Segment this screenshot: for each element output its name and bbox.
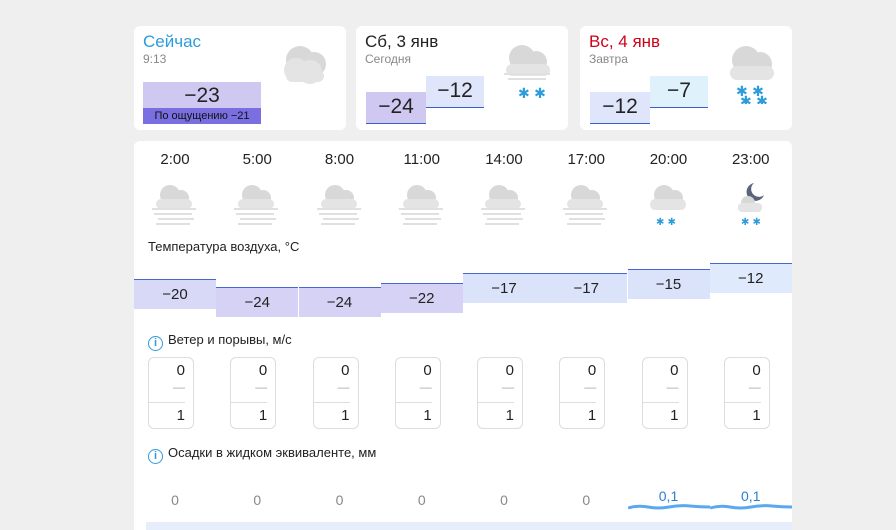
wind-speed: 0 xyxy=(505,362,514,379)
temperature-section-label: Температура воздуха, °C xyxy=(148,239,300,254)
precip-value: 0 xyxy=(582,492,591,508)
hour-label: 20:00 xyxy=(649,151,688,168)
hour-label: 14:00 xyxy=(485,151,523,168)
day-high-temp: −12 xyxy=(426,76,484,108)
wind-gust: 1 xyxy=(724,402,761,424)
precip-wave xyxy=(709,504,792,510)
feels-like-badge: По ощущению −21 xyxy=(143,108,261,124)
wind-cell: 0— 1 xyxy=(312,357,359,429)
precip-value: 0,1 xyxy=(658,488,679,504)
wind-divider: — xyxy=(255,380,268,394)
fog-cloud-icon xyxy=(563,185,608,225)
moon-cloud-snow-icon: ✱ ✱ xyxy=(737,183,764,228)
wind-cell: 0— 1 xyxy=(394,357,441,429)
hour-temperature: −20 xyxy=(134,279,216,309)
wind-speed: 0 xyxy=(258,362,268,379)
hour-label: 8:00 xyxy=(324,151,355,168)
day-card-today[interactable]: Сб, 3 янв Сегодня −24 −12 ✱ ✱ xyxy=(356,26,568,130)
info-icon[interactable]: i xyxy=(148,336,163,351)
cloudy-icon xyxy=(284,46,326,84)
fog-cloud-icon xyxy=(316,185,361,225)
precip-value: 0 xyxy=(335,492,344,508)
svg-text:✱ ✱: ✱ ✱ xyxy=(741,217,761,228)
hour-temperature: −17 xyxy=(463,273,545,303)
day-title: Вс, 4 янв xyxy=(589,32,661,51)
current-weather-card[interactable]: Сейчас 9:13 −23 По ощущению −21 xyxy=(134,26,346,130)
hour-label: 5:00 xyxy=(242,151,272,168)
wind-section-label: i Ветер и порывы, м/с xyxy=(148,332,292,351)
now-time: 9:13 xyxy=(143,52,167,66)
cloud-snow-icon: ✱ ✱ xyxy=(504,45,550,102)
fog-cloud-icon xyxy=(234,185,279,225)
wind-gust: 1 xyxy=(478,402,514,424)
wind-gust: 1 xyxy=(231,402,268,424)
now-title: Сейчас xyxy=(143,32,202,51)
day-subtitle: Завтра xyxy=(589,52,628,66)
hour-label: 2:00 xyxy=(160,151,190,168)
wind-speed: 0 xyxy=(670,362,679,379)
precip-section-label: i Осадки в жидком эквиваленте, мм xyxy=(148,445,376,464)
day-card-tomorrow[interactable]: Вс, 4 янв Завтра −12 −7 ✱ ✱ ✱ ✱ xyxy=(580,26,792,130)
precip-value: 0 xyxy=(171,492,179,508)
svg-text:✱ ✱: ✱ ✱ xyxy=(518,86,546,102)
svg-text:✱ ✱: ✱ ✱ xyxy=(656,217,676,228)
wind-cell: 0— 1 xyxy=(559,357,606,429)
wind-cell: 0— 1 xyxy=(230,357,277,429)
info-icon[interactable]: i xyxy=(148,449,163,464)
fog-cloud-icon xyxy=(398,185,443,225)
wind-speed: 0 xyxy=(176,362,185,379)
wind-cell: 0— 1 xyxy=(477,357,523,429)
precip-value: 0 xyxy=(500,492,508,508)
wind-divider: — xyxy=(748,380,761,394)
wind-divider: — xyxy=(173,380,185,394)
wind-divider: — xyxy=(502,380,514,394)
hour-label: 11:00 xyxy=(403,151,440,168)
wind-divider: — xyxy=(584,380,597,394)
wind-label-text: Ветер и порывы, м/с xyxy=(168,332,292,347)
wind-gust: 1 xyxy=(395,402,432,424)
cloud-snow-icon: ✱ ✱ xyxy=(649,185,686,228)
wind-speed: 0 xyxy=(341,362,350,379)
hour-temperature: −17 xyxy=(545,273,628,303)
svg-text:✱ ✱: ✱ ✱ xyxy=(740,94,768,104)
day-low-temp: −24 xyxy=(366,92,426,124)
hour-temperature: −15 xyxy=(627,269,710,299)
precip-value: 0 xyxy=(253,492,262,508)
hour-temperature: −24 xyxy=(298,287,381,317)
hour-label: 23:00 xyxy=(731,151,770,168)
hourly-forecast-panel: 2:00 5:00 8:00 11:00 14:00 17:00 20:00 ✱ ✱ 23:00… xyxy=(134,141,792,530)
precip-label-text: Осадки в жидком эквиваленте, мм xyxy=(168,445,377,460)
now-temperature: −23 xyxy=(143,82,261,110)
day-high-temp: −7 xyxy=(650,76,708,108)
wind-divider: — xyxy=(337,380,350,394)
temperature-strip: −20 −24 −24 −22 −17 −17 −15 −12 xyxy=(134,261,792,321)
hour-temperature: −24 xyxy=(216,287,299,317)
wind-speed: 0 xyxy=(423,362,432,379)
wind-gust: 1 xyxy=(149,402,185,424)
hour-label: 17:00 xyxy=(567,151,606,168)
wind-divider: — xyxy=(666,380,679,394)
hour-temperature: −12 xyxy=(709,263,792,293)
wind-gust: 1 xyxy=(642,402,679,424)
precip-wave xyxy=(627,504,710,510)
day-low-temp: −12 xyxy=(590,92,650,124)
cloud-snow-icon: ✱ ✱ ✱ ✱ xyxy=(730,46,774,104)
day-title: Сб, 3 янв xyxy=(365,32,439,51)
wind-cell: 0— 1 xyxy=(641,357,688,429)
precip-value: 0 xyxy=(417,492,426,508)
fog-cloud-icon xyxy=(481,185,525,225)
wind-cell: 0— 1 xyxy=(723,357,770,429)
hour-temperature: −22 xyxy=(380,283,463,313)
wind-speed: 0 xyxy=(587,362,597,379)
bottom-strip xyxy=(146,522,792,530)
wind-gust: 1 xyxy=(313,402,350,424)
wind-gust: 1 xyxy=(560,402,597,424)
day-subtitle: Сегодня xyxy=(365,52,411,66)
wind-divider: — xyxy=(419,380,432,394)
fog-cloud-icon xyxy=(152,185,196,225)
wind-speed: 0 xyxy=(752,362,761,379)
wind-cell: 0— 1 xyxy=(148,357,194,429)
precip-value: 0,1 xyxy=(741,488,761,504)
